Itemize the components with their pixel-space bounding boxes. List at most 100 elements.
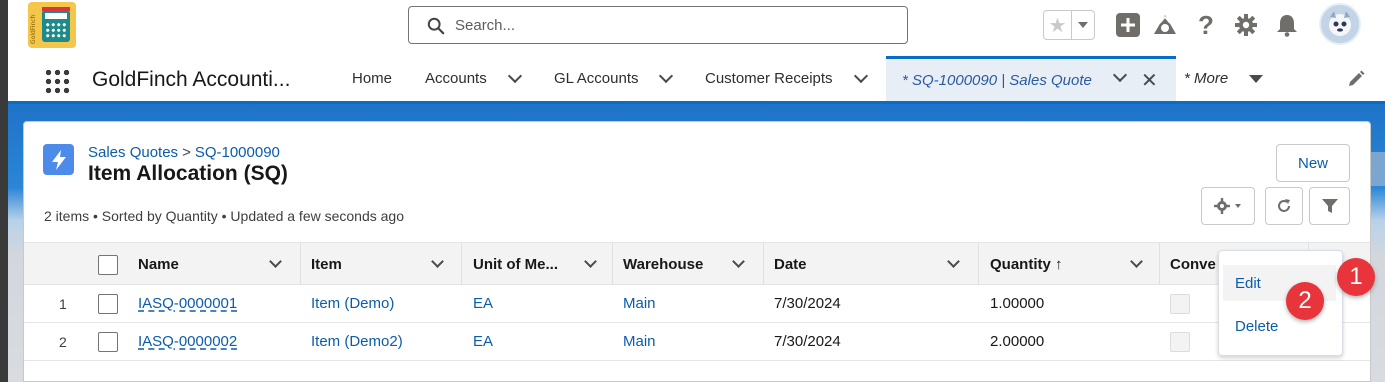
global-header: GoldFinch ★ ? — [8, 0, 1385, 56]
chevron-down-icon[interactable] — [584, 255, 597, 268]
refresh-button[interactable] — [1265, 187, 1303, 225]
record-name-link[interactable]: IASQ-0000001 — [138, 285, 237, 322]
chevron-down-icon — [1078, 22, 1088, 28]
chevron-down-icon — [658, 68, 674, 84]
unit-of-measure-link[interactable]: EA — [473, 323, 493, 360]
favorites-dropdown-button[interactable] — [1072, 11, 1094, 39]
search-input[interactable] — [455, 13, 895, 37]
annotation-badge-2: 2 — [1286, 282, 1324, 320]
select-all-checkbox[interactable] — [98, 255, 118, 275]
navigation-bar: GoldFinch Accounti... Home Accounts GL A… — [8, 56, 1385, 104]
column-label: Date — [774, 255, 807, 273]
nav-item-label: GL Accounts — [554, 70, 639, 87]
column-label: Item — [311, 255, 342, 273]
filter-icon — [1321, 199, 1338, 213]
column-label: Conve — [1170, 255, 1216, 273]
list-info: 2 items • Sorted by Quantity • Updated a… — [44, 208, 405, 224]
lightning-object-icon — [43, 144, 74, 175]
column-header-name[interactable]: Name — [138, 243, 299, 285]
annotation-badge-1: 1 — [1337, 258, 1375, 296]
column-header-date[interactable]: Date — [774, 243, 974, 285]
column-label: Unit of Me... — [473, 255, 558, 273]
column-label: Name — [138, 255, 179, 273]
column-header-quantity[interactable]: Quantity ↑ — [990, 243, 1150, 285]
new-button[interactable]: New — [1276, 144, 1350, 182]
chevron-down-icon[interactable] — [1130, 255, 1143, 268]
column-header-warehouse[interactable]: Warehouse — [623, 243, 773, 285]
global-search[interactable] — [408, 6, 908, 44]
item-link[interactable]: Item (Demo) — [311, 285, 394, 322]
avatar[interactable] — [1319, 3, 1361, 45]
nav-gl-accounts-menu[interactable] — [658, 56, 674, 101]
nav-item-label: Accounts — [425, 70, 487, 87]
star-icon[interactable]: ★ — [1044, 11, 1072, 39]
chevron-down-icon — [853, 68, 869, 84]
table-header: Name Item Unit of Me... Warehouse Date Q… — [24, 242, 1370, 285]
search-icon — [427, 17, 445, 35]
app-name: GoldFinch Accounti... — [92, 68, 291, 91]
breadcrumb: Sales Quotes > SQ-1000090 — [88, 144, 280, 161]
tab-sales-quote[interactable]: * SQ-1000090 | Sales Quote ✕ — [886, 56, 1176, 101]
tab-label: * SQ-1000090 | Sales Quote — [902, 71, 1092, 89]
edit-nav-icon[interactable] — [1347, 56, 1365, 101]
nav-item-accounts[interactable]: Accounts — [425, 56, 487, 101]
calculator-icon — [42, 7, 70, 42]
row-number: 2 — [59, 333, 67, 350]
filter-button[interactable] — [1309, 187, 1350, 225]
row-number: 1 — [59, 295, 67, 312]
record-name-link[interactable]: IASQ-0000002 — [138, 323, 237, 360]
converted-checkbox — [1170, 294, 1190, 314]
gear-icon — [1214, 198, 1241, 214]
column-header-item[interactable]: Item — [311, 243, 461, 285]
nav-item-home[interactable]: Home — [352, 56, 392, 101]
notifications-bell-icon[interactable] — [1274, 12, 1300, 38]
row-actions-menu: Edit Delete — [1218, 250, 1343, 356]
chevron-down-icon[interactable] — [732, 255, 745, 268]
unit-of-measure-link[interactable]: EA — [473, 285, 493, 322]
favorites-button-group: ★ — [1043, 10, 1095, 40]
item-link[interactable]: Item (Demo2) — [311, 323, 403, 360]
nav-more-label: * More — [1184, 70, 1229, 87]
date-cell: 7/30/2024 — [774, 333, 841, 350]
breadcrumb-record[interactable]: SQ-1000090 — [195, 144, 280, 161]
nav-accounts-menu[interactable] — [507, 56, 523, 101]
nav-item-gl-accounts[interactable]: GL Accounts — [554, 56, 639, 101]
table-row: 1 IASQ-0000001 Item (Demo) EA Main 7/30/… — [24, 285, 1370, 323]
nav-customer-receipts-menu[interactable] — [853, 56, 869, 101]
nav-item-customer-receipts[interactable]: Customer Receipts — [705, 56, 833, 101]
add-icon[interactable] — [1115, 12, 1141, 38]
breadcrumb-sales-quotes[interactable]: Sales Quotes — [88, 144, 178, 161]
app-launcher-icon[interactable] — [44, 68, 70, 94]
chevron-down-icon[interactable] — [947, 255, 960, 268]
column-header-unit-of-measure[interactable]: Unit of Me... — [473, 243, 623, 285]
quantity-cell: 1.00000 — [990, 295, 1045, 312]
chevron-down-icon[interactable] — [269, 255, 282, 268]
column-label: Quantity ↑ — [990, 255, 1063, 273]
nav-more-menu[interactable] — [1249, 56, 1263, 101]
table-row: 2 IASQ-0000002 Item (Demo2) EA Main 7/30… — [24, 323, 1370, 361]
close-tab-icon[interactable]: ✕ — [1141, 68, 1158, 93]
breadcrumb-separator: > — [182, 144, 191, 161]
nav-item-label: Home — [352, 70, 393, 87]
page-title: Item Allocation (SQ) — [88, 162, 288, 185]
nav-more[interactable]: * More — [1184, 56, 1228, 101]
help-icon[interactable]: ? — [1193, 10, 1219, 40]
warehouse-link[interactable]: Main — [623, 285, 656, 322]
related-list-card: Sales Quotes > SQ-1000090 Item Allocation … — [23, 121, 1371, 382]
app-logo[interactable]: GoldFinch — [28, 2, 76, 48]
chevron-down-icon — [1249, 74, 1263, 83]
nav-item-label: Customer Receipts — [705, 70, 833, 87]
row-checkbox[interactable] — [98, 332, 118, 352]
list-view-controls-button[interactable] — [1201, 187, 1255, 225]
chevron-down-icon — [507, 68, 523, 84]
app-logo-text: GoldFinch — [30, 14, 37, 44]
date-cell: 7/30/2024 — [774, 295, 841, 312]
row-checkbox[interactable] — [98, 294, 118, 314]
chevron-down-icon[interactable] — [431, 255, 444, 268]
warehouse-link[interactable]: Main — [623, 323, 656, 360]
chevron-down-icon[interactable] — [1112, 67, 1128, 83]
refresh-icon — [1278, 199, 1290, 212]
quantity-cell: 2.00000 — [990, 333, 1045, 350]
setup-gear-icon[interactable] — [1233, 12, 1259, 38]
trailhead-icon[interactable] — [1152, 12, 1178, 38]
